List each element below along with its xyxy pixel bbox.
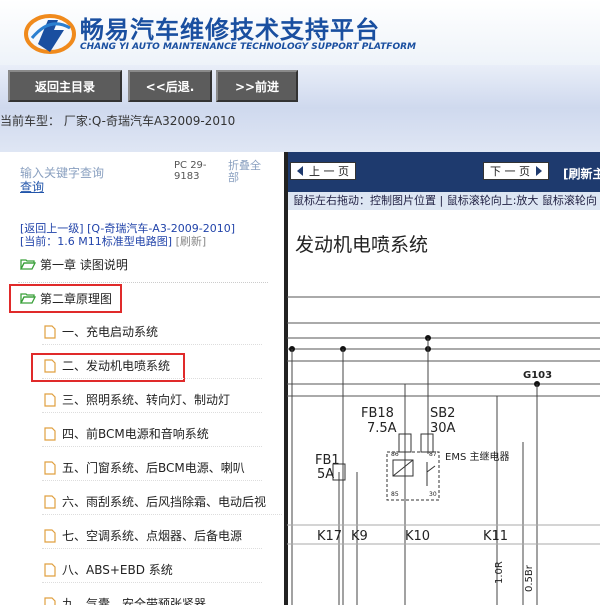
folder-open-icon <box>20 259 36 270</box>
tree-item[interactable]: 二、发动机电喷系统 <box>42 353 262 379</box>
document-icon <box>44 426 56 441</box>
tree-item[interactable]: 四、前BCM电源和音响系统 <box>42 421 262 447</box>
breadcrumb: [返回上一级] [Q-奇瑞汽车-A3-2009-2010] [当前：1.6 M1… <box>20 222 235 248</box>
tree-item-label: 七、空调系统、点烟器、后备电源 <box>62 529 243 543</box>
fuse-label: SB2 <box>430 406 455 421</box>
site-subtitle: CHANG YI AUTO MAINTENANCE TECHNOLOGY SUP… <box>80 42 416 52</box>
search-button[interactable]: 查询 <box>20 178 44 195</box>
relay-pin: 85 <box>391 491 399 498</box>
breadcrumb-current: 1.6 M11标准型电路图 <box>57 235 168 248</box>
tree-chapter-1-label: 第一章 读图说明 <box>40 257 128 272</box>
pc-label: PC 29-9183 <box>174 160 207 182</box>
wire-label: 0.5Br <box>524 564 535 592</box>
collapse-all-link[interactable]: 折叠全部 <box>228 160 268 184</box>
back-button[interactable]: <<后退. <box>128 70 212 102</box>
connector-pin: K11 <box>483 529 508 544</box>
breadcrumb-current-suffix: ] <box>167 235 173 248</box>
document-icon <box>44 596 56 605</box>
fuse-label: FB1 <box>315 453 340 468</box>
fuse-label: FB18 <box>361 406 394 421</box>
circuit-diagram[interactable]: G103 FB18 7.5A SB2 30A FB1 5A EMS 主继电器 8… <box>287 152 600 605</box>
tree-item-label: 一、充电启动系统 <box>62 325 159 339</box>
wire-label: 1.0R <box>494 561 505 584</box>
connector-pin: K9 <box>351 529 368 544</box>
diagram-viewer: 上 一 页 下 一 页 [刷新主 鼠标左右拖动：控制图片位置 | 鼠标滚轮向上:… <box>287 152 600 605</box>
ground-label: G103 <box>523 370 552 381</box>
tree-chapter-1[interactable]: 第一章 读图说明 <box>20 251 128 277</box>
site-title: 畅易汽车维修技术支持平台 <box>80 16 380 44</box>
tree-item-label: 四、前BCM电源和音响系统 <box>62 427 209 441</box>
tree-item-label: 六、雨刮系统、后风挡除霜、电动后视 <box>62 495 267 509</box>
tree-item-label: 八、ABS+EBD 系统 <box>62 563 173 577</box>
tree-item[interactable]: 五、门窗系统、后BCM电源、喇叭 <box>42 455 262 481</box>
breadcrumb-current-prefix: [当前： <box>20 235 58 248</box>
tree-chapter-2[interactable]: 第二章原理图 <box>20 285 112 311</box>
home-button[interactable]: 返回主目录 <box>8 70 122 102</box>
document-icon <box>44 392 56 407</box>
tree-item-label: 五、门窗系统、后BCM电源、喇叭 <box>62 461 245 475</box>
forward-button[interactable]: >>前进 <box>216 70 298 102</box>
document-icon <box>44 460 56 475</box>
relay-pin: 30 <box>429 491 437 498</box>
tree-item[interactable]: 六、雨刮系统、后风挡除霜、电动后视 <box>42 489 282 515</box>
relay-label: EMS 主继电器 <box>445 450 509 463</box>
divider <box>18 282 268 283</box>
catalog-panel: 输入关键字查询 查询 PC 29-9183 折叠全部 [返回上一级] [Q-奇瑞… <box>0 152 285 605</box>
document-icon <box>44 562 56 577</box>
tree-item[interactable]: 九、气囊、安全带预张紧器 <box>42 591 262 605</box>
document-icon <box>44 494 56 509</box>
tree-item[interactable]: 八、ABS+EBD 系统 <box>42 557 262 583</box>
tree-item-label: 二、发动机电喷系统 <box>62 359 171 373</box>
document-icon <box>44 358 56 373</box>
tree-item[interactable]: 三、照明系统、转向灯、制动灯 <box>42 387 262 413</box>
current-vehicle: 当前车型： 厂家:Q-奇瑞汽车A32009-2010 <box>0 114 236 128</box>
fuse-rating: 5A <box>317 467 334 482</box>
tree-item[interactable]: 七、空调系统、点烟器、后备电源 <box>42 523 262 549</box>
tree-item[interactable]: 一、充电启动系统 <box>42 319 262 345</box>
connector-pin: K10 <box>405 529 430 544</box>
cy-logo-icon <box>24 14 76 54</box>
relay-pin: 86 <box>391 451 399 458</box>
header-banner: 畅易汽车维修技术支持平台 CHANG YI AUTO MAINTENANCE T… <box>0 0 600 65</box>
fuse-rating: 7.5A <box>367 421 397 436</box>
document-icon <box>44 324 56 339</box>
breadcrumb-refresh[interactable]: [刷新] <box>176 235 207 248</box>
tree-item-label: 九、气囊、安全带预张紧器 <box>62 597 207 605</box>
document-icon <box>44 528 56 543</box>
fuse-rating: 30A <box>430 421 456 436</box>
breadcrumb-model[interactable]: [Q-奇瑞汽车-A3-2009-2010] <box>87 222 235 235</box>
diagram-title: 发动机电喷系统 <box>295 234 429 256</box>
folder-open-icon <box>20 293 36 304</box>
relay-pin: 87 <box>429 451 437 458</box>
nav-bar: 返回主目录 <<后退. >>前进 <box>0 65 600 108</box>
connector-pin: K17 <box>317 529 342 544</box>
vehicle-bar: 当前车型： 厂家:Q-奇瑞汽车A32009-2010 <box>0 108 600 152</box>
tree-chapter-2-label: 第二章原理图 <box>40 291 113 306</box>
breadcrumb-up-link[interactable]: [返回上一级] <box>20 222 84 235</box>
tree-item-label: 三、照明系统、转向灯、制动灯 <box>62 393 231 407</box>
